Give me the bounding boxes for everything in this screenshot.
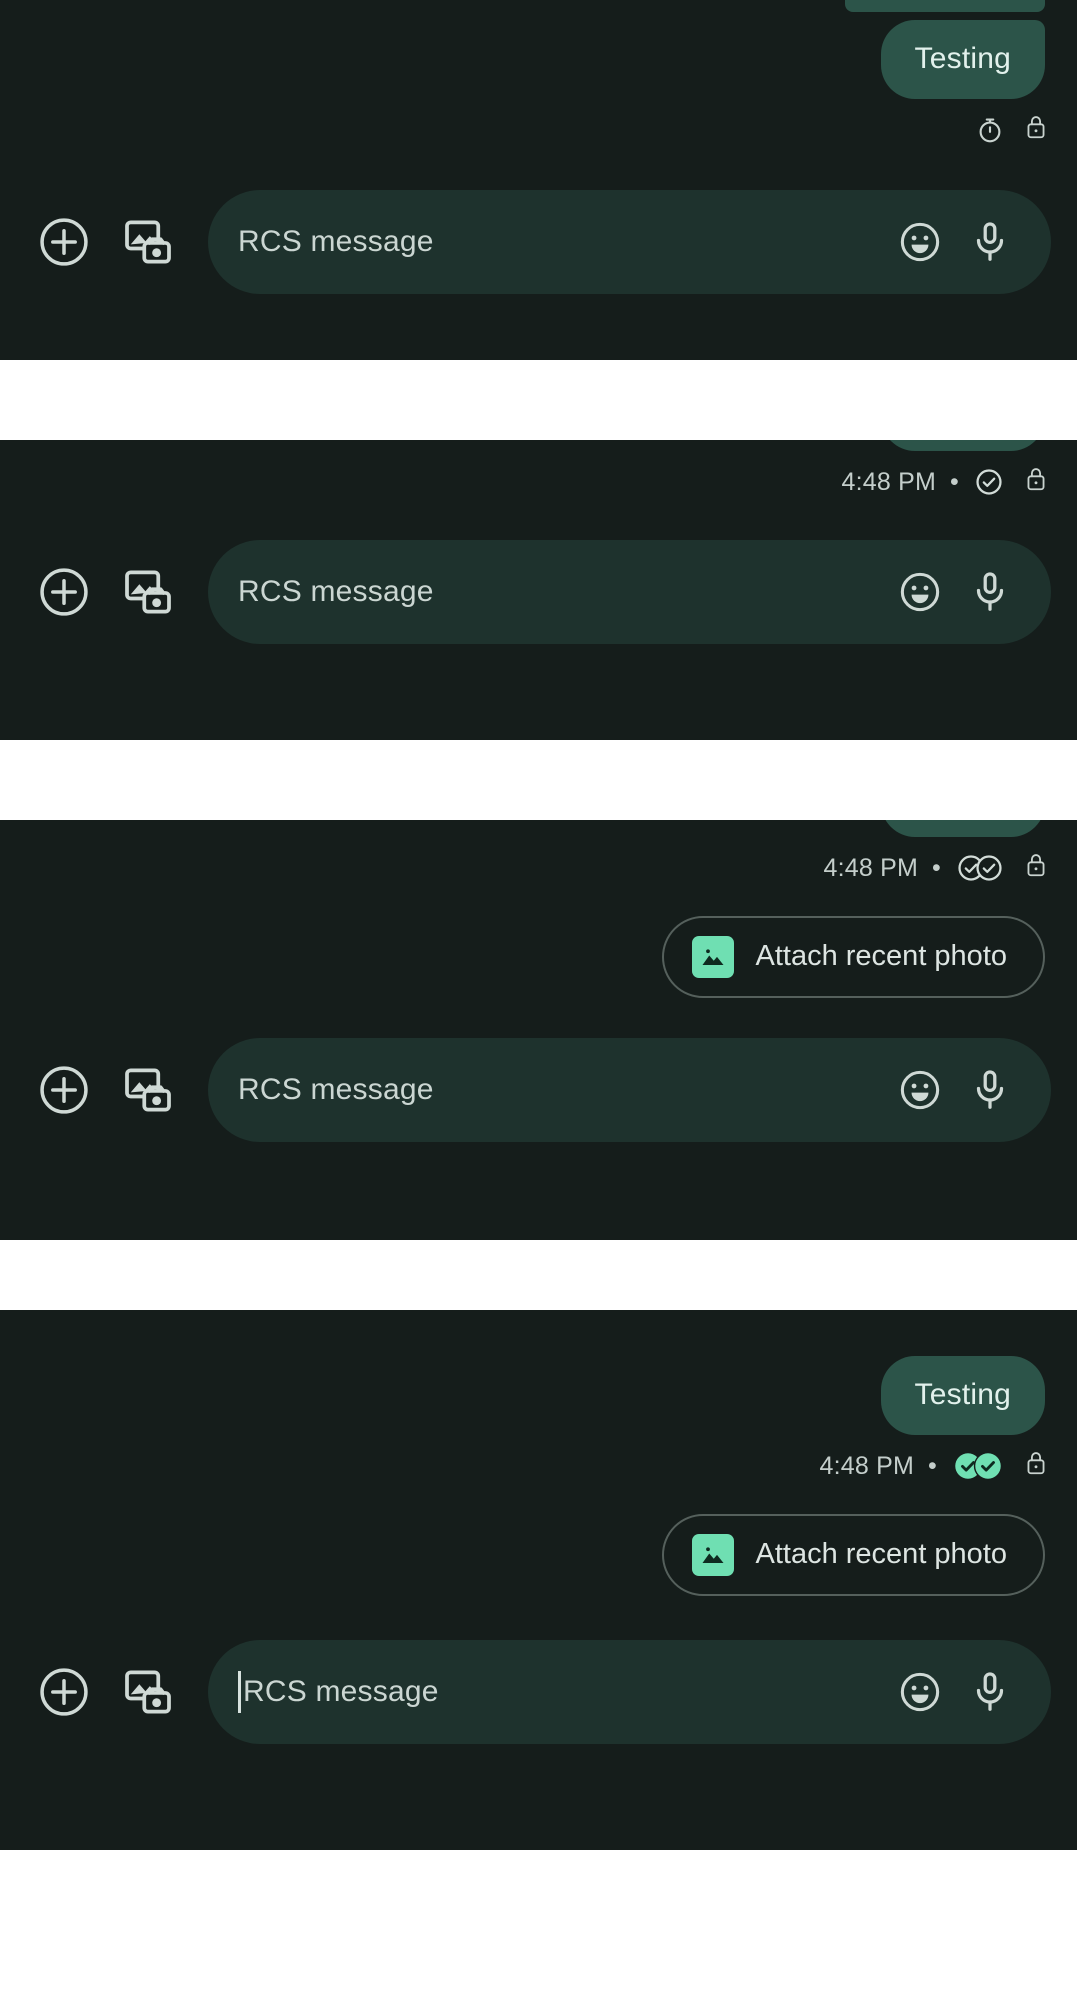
lock-icon <box>1023 851 1049 886</box>
message-input-field[interactable]: RCS message <box>208 539 1051 644</box>
status-separator: • <box>932 853 941 882</box>
double-check-circle-outline-icon <box>955 852 1005 884</box>
message-input-field[interactable]: RCS message <box>208 189 1051 294</box>
emoji-smiley-icon[interactable] <box>885 207 955 277</box>
image-icon <box>691 1533 734 1576</box>
emoji-smiley-icon[interactable] <box>885 1657 955 1727</box>
message-bubble-row: Testing <box>0 20 1077 99</box>
gallery-camera-icon[interactable] <box>106 1650 190 1734</box>
message-input-placeholder-with-caret: RCS message <box>238 1670 885 1713</box>
attach-recent-photo-chip[interactable]: Attach recent photo <box>661 1513 1045 1596</box>
message-bubble-sent[interactable]: Testing <box>880 440 1045 451</box>
gallery-camera-icon[interactable] <box>106 550 190 634</box>
microphone-icon[interactable] <box>955 1657 1025 1727</box>
panel-1-sending: Testing RCS message <box>0 0 1077 360</box>
message-status-row: 4:48 PM • <box>0 851 1077 886</box>
microphone-icon[interactable] <box>955 207 1025 277</box>
plus-circle-icon[interactable] <box>22 1048 106 1132</box>
message-status-row: 4:48 PM • <box>0 465 1077 500</box>
message-bubble-sent[interactable]: Testing <box>880 820 1045 837</box>
message-status-row: 4:48 PM • <box>0 1449 1077 1484</box>
message-status-icons <box>973 465 1049 500</box>
panel-2-sent: Testing 4:48 PM • <box>0 440 1077 740</box>
lock-icon <box>1023 465 1049 500</box>
double-check-circle-filled-icon <box>951 1449 1005 1483</box>
status-separator: • <box>928 1451 937 1480</box>
suggestion-chip-row: Attach recent photo <box>0 915 1077 998</box>
message-status-icons <box>955 851 1049 886</box>
emoji-smiley-icon[interactable] <box>885 1055 955 1125</box>
placeholder-text: RCS message <box>243 1674 439 1708</box>
panel-3-delivered: Testing 4:48 PM • <box>0 820 1077 1240</box>
plus-circle-icon[interactable] <box>22 1650 106 1734</box>
composer-bar: RCS message <box>0 539 1077 644</box>
composer-bar: RCS message <box>0 189 1077 294</box>
composer-bar: RCS message <box>0 1639 1077 1744</box>
chip-label: Attach recent photo <box>755 940 1008 972</box>
message-bubble-row: Testing <box>0 440 1077 451</box>
lock-icon <box>1023 113 1049 148</box>
gallery-camera-icon[interactable] <box>106 200 190 284</box>
message-timestamp: 4:48 PM <box>819 1451 915 1480</box>
message-bubble-sent[interactable]: Testing <box>880 20 1045 99</box>
message-bubble-row: Testing <box>0 1356 1077 1435</box>
timer-icon <box>975 115 1005 145</box>
suggestion-chip-row: Attach recent photo <box>0 1513 1077 1596</box>
message-timestamp: 4:48 PM <box>823 853 919 882</box>
message-input-placeholder: RCS message <box>238 574 434 608</box>
message-status-icons <box>951 1449 1049 1484</box>
image-icon <box>691 935 734 978</box>
microphone-icon[interactable] <box>955 1055 1025 1125</box>
message-status-icons <box>975 113 1049 148</box>
gallery-camera-icon[interactable] <box>106 1048 190 1132</box>
plus-circle-icon[interactable] <box>22 200 106 284</box>
message-timestamp: 4:48 PM <box>841 467 937 496</box>
panel-4-read: Testing 4:48 PM • Attach recent photo RC… <box>0 1310 1077 1850</box>
screenshot-root: Testing RCS message 4:48 PM • RCS messag… <box>0 0 1077 2005</box>
message-bubble-row: Testing <box>0 820 1077 837</box>
text-caret <box>238 1670 241 1713</box>
panel-divider-3 <box>0 1240 1077 1310</box>
status-separator: • <box>950 467 959 496</box>
message-bubble-row-previous <box>0 0 1077 12</box>
check-circle-outline-icon <box>973 466 1005 498</box>
panel-divider-2 <box>0 740 1077 820</box>
message-input-field-focused[interactable]: RCS message <box>208 1639 1051 1744</box>
microphone-icon[interactable] <box>955 557 1025 627</box>
lock-icon <box>1023 1449 1049 1484</box>
plus-circle-icon[interactable] <box>22 550 106 634</box>
panel-divider-1 <box>0 360 1077 440</box>
message-status-row <box>0 113 1077 148</box>
attach-recent-photo-chip[interactable]: Attach recent photo <box>661 915 1045 998</box>
message-bubble-sent[interactable]: Testing <box>880 1356 1045 1435</box>
emoji-smiley-icon[interactable] <box>885 557 955 627</box>
message-input-placeholder: RCS message <box>238 1072 434 1106</box>
message-bubble-clipped[interactable] <box>845 0 1045 12</box>
message-input-field[interactable]: RCS message <box>208 1037 1051 1142</box>
message-input-placeholder: RCS message <box>238 224 434 258</box>
chip-label: Attach recent photo <box>755 1538 1008 1570</box>
composer-bar: RCS message <box>0 1037 1077 1142</box>
